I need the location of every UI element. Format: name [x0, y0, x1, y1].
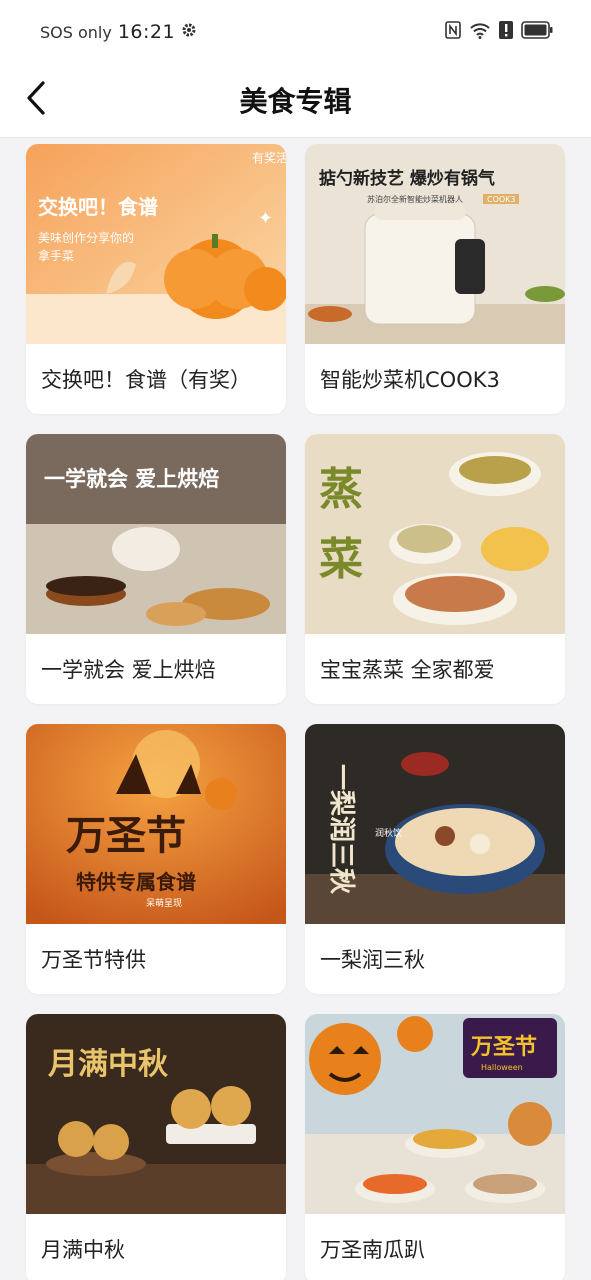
svg-text:COOK3: COOK3 [487, 195, 516, 204]
svg-text:特供专属食谱: 特供专属食谱 [76, 870, 196, 894]
nfc-icon [445, 21, 461, 43]
nav-bar: 美食专辑 [0, 64, 591, 138]
album-card[interactable]: 一梨润三秋 润秋饮 一梨润三秋 [305, 724, 565, 994]
album-list[interactable]: 有奖活 交换吧！食谱 美味创作分享你的 拿手菜 ✦ 交换吧！食谱（有奖） 掂勺新… [0, 139, 591, 1280]
album-cover-image: 一梨润三秋 润秋饮 [305, 724, 565, 924]
album-cover-image: 蒸 菜 [305, 434, 565, 634]
status-right [445, 21, 553, 43]
alert-icon [499, 21, 513, 43]
album-cover-image: 有奖活 交换吧！食谱 美味创作分享你的 拿手菜 ✦ [26, 144, 286, 344]
album-cover-image: 万圣节 Halloween [305, 1014, 565, 1214]
badge-text: 有奖活 [252, 151, 286, 165]
album-title: 一学就会 爱上烘焙 [41, 658, 216, 682]
svg-text:苏泊尔全新智能炒菜机器人: 苏泊尔全新智能炒菜机器人 [367, 194, 463, 204]
svg-text:蒸: 蒸 [319, 464, 363, 515]
svg-text:美味创作分享你的: 美味创作分享你的 [38, 230, 134, 245]
svg-text:交换吧！食谱: 交换吧！食谱 [38, 195, 158, 219]
album-card[interactable]: 蒸 菜 宝宝蒸菜 全家都爱 [305, 434, 565, 704]
album-grid: 有奖活 交换吧！食谱 美味创作分享你的 拿手菜 ✦ 交换吧！食谱（有奖） 掂勺新… [26, 144, 566, 1280]
album-title: 宝宝蒸菜 全家都爱 [320, 658, 495, 682]
svg-text:一学就会 爱上烘焙: 一学就会 爱上烘焙 [44, 467, 219, 491]
svg-text:月满中秋: 月满中秋 [48, 1047, 168, 1082]
album-title: 智能炒菜机COOK3 [320, 368, 500, 392]
svg-text:拿手菜: 拿手菜 [38, 248, 74, 263]
svg-text:呆萌呈现: 呆萌呈现 [146, 897, 182, 909]
svg-text:掂勺新技艺 爆炒有锅气: 掂勺新技艺 爆炒有锅气 [319, 168, 495, 189]
svg-text:万圣节: 万圣节 [470, 1035, 537, 1060]
page-title: 美食专辑 [239, 85, 352, 118]
album-cover-image: 一学就会 爱上烘焙 [26, 434, 286, 634]
svg-text:✦: ✦ [258, 208, 273, 229]
album-title: 万圣南瓜趴 [320, 1238, 425, 1262]
album-card[interactable]: 万圣节 特供专属食谱 呆萌呈现 万圣节特供 [26, 724, 286, 994]
album-cover-image: 万圣节 特供专属食谱 呆萌呈现 [26, 724, 286, 924]
album-title: 交换吧！食谱（有奖） [41, 368, 251, 392]
wifi-icon [469, 21, 491, 43]
album-cover-image: 月满中秋 [26, 1014, 286, 1214]
album-card[interactable]: 有奖活 交换吧！食谱 美味创作分享你的 拿手菜 ✦ 交换吧！食谱（有奖） [26, 144, 286, 414]
gear-icon [181, 22, 197, 42]
carrier-status: SOS only [40, 22, 112, 42]
album-title: 月满中秋 [41, 1238, 125, 1262]
svg-text:Halloween: Halloween [481, 1063, 523, 1072]
svg-text:一梨润三秋: 一梨润三秋 [326, 764, 357, 895]
status-bar: SOS only 16:21 [0, 0, 591, 64]
album-card[interactable]: 万圣节 Halloween 万圣南瓜趴 [305, 1014, 565, 1280]
svg-text:菜: 菜 [319, 534, 363, 585]
svg-text:润秋饮: 润秋饮 [375, 827, 402, 839]
svg-text:万圣节: 万圣节 [66, 813, 186, 859]
album-title: 一梨润三秋 [320, 948, 425, 972]
status-left: SOS only 16:21 [40, 21, 197, 43]
clock: 16:21 [117, 21, 176, 43]
battery-icon [521, 21, 553, 43]
album-title: 万圣节特供 [41, 948, 146, 972]
album-card[interactable]: 掂勺新技艺 爆炒有锅气 苏泊尔全新智能炒菜机器人 COOK3 智能炒菜机COOK… [305, 144, 565, 414]
album-card[interactable]: 一学就会 爱上烘焙 一学就会 爱上烘焙 [26, 434, 286, 704]
album-card[interactable]: 月满中秋 月满中秋 [26, 1014, 286, 1280]
album-cover-image: 掂勺新技艺 爆炒有锅气 苏泊尔全新智能炒菜机器人 COOK3 [305, 144, 565, 344]
